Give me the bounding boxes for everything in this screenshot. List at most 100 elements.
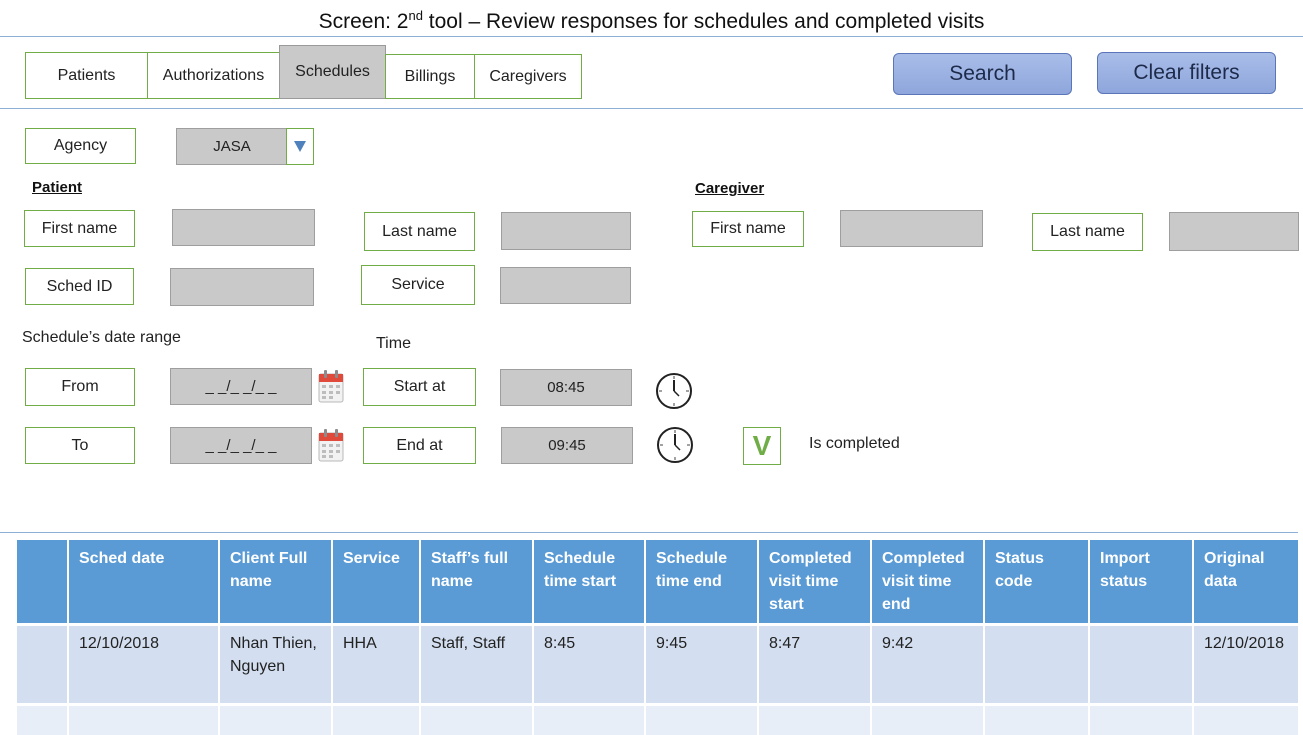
from-label: From xyxy=(25,368,135,406)
label-text: Last name xyxy=(1050,223,1125,240)
tab-patients[interactable]: Patients xyxy=(25,52,148,99)
agency-value: JASA xyxy=(213,138,251,155)
end-time-input[interactable]: 09:45 xyxy=(501,427,633,464)
input-value: _ _/_ _/_ _ xyxy=(205,378,277,395)
tab-authorizations[interactable]: Authorizations xyxy=(147,52,280,99)
table-cell xyxy=(419,703,533,735)
column-header-service[interactable]: Service xyxy=(331,540,420,625)
table-cell: HHA xyxy=(331,623,420,705)
caregiver-first-name-input[interactable] xyxy=(840,210,983,247)
column-header-completed-visit-time-end[interactable]: Completed visit time end xyxy=(870,540,984,625)
label-text: First name xyxy=(41,219,118,237)
agency-label-text: Agency xyxy=(53,137,108,154)
column-header-completed-visit-time-start[interactable]: Completed visit time start xyxy=(757,540,871,625)
table-cell xyxy=(644,703,758,735)
caregiver-last-name-label: Last name xyxy=(1032,213,1143,251)
input-value: _ _/_ _/_ _ xyxy=(205,437,277,454)
table-cell xyxy=(218,703,332,735)
title-superscript: nd xyxy=(408,8,423,23)
results-table: Sched date Client Full name Service Staf… xyxy=(17,540,1298,735)
agency-label: Agency xyxy=(25,128,136,164)
table-row[interactable] xyxy=(17,703,1298,735)
dropdown-arrow-icon[interactable] xyxy=(286,128,314,165)
table-cell: 9:45 xyxy=(644,623,758,705)
table-cell: 8:45 xyxy=(532,623,645,705)
table-cell xyxy=(757,703,871,735)
tab-label: Patients xyxy=(57,66,116,84)
to-label: To xyxy=(25,427,135,464)
sched-id-label: Sched ID xyxy=(25,268,134,305)
column-header-original-data[interactable]: Original data xyxy=(1192,540,1298,625)
table-cell: 12/10/2018 xyxy=(67,623,219,705)
agency-select[interactable]: JASA xyxy=(176,128,288,165)
tab-label: Schedules xyxy=(295,63,370,80)
patient-first-name-input[interactable] xyxy=(172,209,315,246)
tab-billings[interactable]: Billings xyxy=(385,54,475,99)
clear-filters-button-label: Clear filters xyxy=(1133,61,1240,84)
caregiver-heading: Caregiver xyxy=(695,180,765,197)
calendar-icon[interactable] xyxy=(318,428,344,462)
is-completed-label: Is completed xyxy=(809,435,900,452)
label-text: Last name xyxy=(382,222,457,240)
search-button[interactable]: Search xyxy=(893,53,1072,95)
input-value: 09:45 xyxy=(548,437,586,454)
column-header-schedule-time-end[interactable]: Schedule time end xyxy=(644,540,758,625)
search-button-label: Search xyxy=(949,62,1016,85)
table-cell xyxy=(17,703,68,735)
end-at-label: End at xyxy=(363,427,476,464)
patient-last-name-input[interactable] xyxy=(501,212,631,250)
tab-label: Billings xyxy=(404,67,456,85)
table-cell: 8:47 xyxy=(757,623,871,705)
checkmark-icon: V xyxy=(752,430,772,461)
clear-filters-button[interactable]: Clear filters xyxy=(1097,52,1276,94)
divider-results xyxy=(0,532,1298,533)
start-at-label: Start at xyxy=(363,368,476,406)
label-text: From xyxy=(61,378,99,395)
caregiver-last-name-input[interactable] xyxy=(1169,212,1299,251)
is-completed-checkbox[interactable]: V xyxy=(743,427,781,465)
clock-icon[interactable] xyxy=(656,426,694,464)
column-header-client-full-name[interactable]: Client Full name xyxy=(218,540,332,625)
column-header-select xyxy=(17,540,68,625)
label-text: Start at xyxy=(393,378,446,395)
table-cell: Nhan Thien, Nguyen xyxy=(218,623,332,705)
patient-first-name-label: First name xyxy=(24,210,135,247)
calendar-icon[interactable] xyxy=(318,369,344,403)
tab-label: Caregivers xyxy=(489,67,567,85)
tab-schedules[interactable]: Schedules xyxy=(279,45,386,99)
service-input[interactable] xyxy=(500,267,631,304)
table-row[interactable]: 12/10/2018 Nhan Thien, Nguyen HHA Staff,… xyxy=(17,623,1298,705)
column-header-staff-full-name[interactable]: Staff’s full name xyxy=(419,540,533,625)
patient-last-name-label: Last name xyxy=(364,212,475,251)
table-cell xyxy=(1088,703,1193,735)
table-cell: 12/10/2018 xyxy=(1192,623,1298,705)
from-date-input[interactable]: _ _/_ _/_ _ xyxy=(170,368,312,405)
table-cell xyxy=(870,703,984,735)
table-cell: 9:42 xyxy=(870,623,984,705)
table-cell xyxy=(1088,623,1193,705)
sched-id-input[interactable] xyxy=(170,268,314,306)
label-text: End at xyxy=(396,436,443,454)
tab-caregivers[interactable]: Caregivers xyxy=(474,54,582,99)
column-header-status-code[interactable]: Status code xyxy=(983,540,1089,625)
table-cell xyxy=(983,703,1089,735)
table-cell xyxy=(17,623,68,705)
column-header-import-status[interactable]: Import status xyxy=(1088,540,1193,625)
table-cell xyxy=(1192,703,1298,735)
time-heading: Time xyxy=(376,335,411,352)
title-suffix: tool – Review responses for schedules an… xyxy=(422,10,985,33)
start-time-input[interactable]: 08:45 xyxy=(500,369,632,406)
date-range-heading: Schedule’s date range xyxy=(22,329,181,346)
label-text: To xyxy=(71,436,89,454)
table-cell xyxy=(67,703,219,735)
to-date-input[interactable]: _ _/_ _/_ _ xyxy=(170,427,312,464)
title-prefix: Screen: 2 xyxy=(318,10,409,33)
column-header-schedule-time-start[interactable]: Schedule time start xyxy=(532,540,645,625)
triangle-down-icon xyxy=(294,141,306,152)
column-header-sched-date[interactable]: Sched date xyxy=(67,540,219,625)
screen-title: Screen: 2nd tool – Review responses for … xyxy=(0,8,1303,34)
clock-icon[interactable] xyxy=(655,372,693,410)
table-cell xyxy=(532,703,645,735)
label-text: Service xyxy=(391,276,445,293)
service-label: Service xyxy=(361,265,475,305)
